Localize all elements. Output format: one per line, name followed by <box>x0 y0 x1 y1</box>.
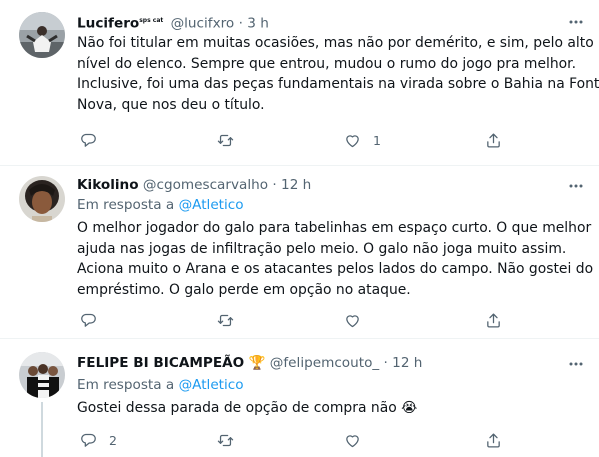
timestamp[interactable]: 12 h <box>281 177 311 193</box>
tweet[interactable]: FELIPE BI BICAMPEÃO 🏆 @felipemcouto_ · 1… <box>0 339 599 457</box>
share-icon <box>487 132 500 148</box>
tweet-text-line: Nova, que nos deu o título. <box>77 97 265 114</box>
tweet-text: Gostei dessa parada de opção de compra n… <box>77 398 587 419</box>
name-suffix: sps cat <box>139 17 164 24</box>
share-button[interactable] <box>485 310 502 330</box>
share-icon <box>487 312 500 328</box>
tweet-text-line: empréstimo. O galo perde em opção no ata… <box>77 282 411 299</box>
retweet-icon <box>217 434 234 446</box>
handle[interactable]: @felipemcouto_ <box>270 355 379 371</box>
tweet-actions <box>80 310 510 330</box>
tweet-text: Não foi titular em muitas ocasiões, mas … <box>77 33 599 116</box>
retweet-icon <box>217 134 234 146</box>
timestamp[interactable]: 3 h <box>247 16 269 32</box>
reply-prefix: Em resposta a <box>77 197 175 213</box>
trophy-icon: 🏆 <box>248 355 266 371</box>
tweet-header: Luciferosps cat @lucifxro · 3 h <box>77 12 269 33</box>
separator: · <box>238 15 243 32</box>
like-icon <box>346 134 359 147</box>
reply-context: Em resposta a @Atletico <box>77 376 244 394</box>
thread-line <box>41 402 43 457</box>
reply-prefix: Em resposta a <box>77 377 175 393</box>
tweet-text: O melhor jogador do galo para tabelinhas… <box>77 218 594 301</box>
handle[interactable]: @cgomescarvalho <box>143 177 268 193</box>
display-name[interactable]: Lucifero <box>77 16 139 32</box>
avatar[interactable] <box>19 176 65 222</box>
reply-icon <box>81 433 96 447</box>
share-icon <box>487 432 500 448</box>
tweet-actions: 1 <box>80 130 510 150</box>
tweet[interactable]: Luciferosps cat @lucifxro · 3 h Não foi … <box>0 0 599 165</box>
retweet-button[interactable] <box>217 130 246 150</box>
avatar[interactable] <box>19 352 65 398</box>
tweet-text-line: Gostei dessa parada de opção de compra n… <box>77 400 418 416</box>
separator: · <box>383 355 388 371</box>
like-button[interactable]: 1 <box>344 130 381 150</box>
more-icon[interactable] <box>567 355 585 373</box>
reply-button[interactable]: 2 <box>80 430 117 450</box>
like-button[interactable] <box>344 310 373 330</box>
tweet-text-line: Não foi titular em muitas ocasiões, mas … <box>77 35 594 51</box>
tweet-text-line: Aciona muito o Arana e os atacantes pelo… <box>77 261 594 278</box>
reply-context: Em resposta a @Atletico <box>77 196 244 214</box>
retweet-button[interactable] <box>217 310 246 330</box>
reply-mention-link[interactable]: @Atletico <box>179 197 244 213</box>
tweet-actions: 2 <box>80 430 510 450</box>
more-icon[interactable] <box>567 13 585 31</box>
reply-button[interactable] <box>80 310 109 330</box>
like-button[interactable] <box>344 430 373 450</box>
tweet-text-line: nível do elenco. Sempre que entrou, mudo… <box>77 55 577 72</box>
retweet-icon <box>217 314 234 326</box>
reply-button[interactable] <box>80 130 109 150</box>
like-count: 1 <box>373 132 381 148</box>
more-icon[interactable] <box>567 177 585 195</box>
tweet-header: FELIPE BI BICAMPEÃO 🏆 @felipemcouto_ · 1… <box>77 354 422 372</box>
display-name[interactable]: FELIPE BI BICAMPEÃO <box>77 355 244 371</box>
reply-icon <box>81 313 96 327</box>
avatar[interactable] <box>19 12 65 58</box>
like-icon <box>346 434 359 447</box>
tweet-text-line: Inclusive, foi uma das peças fundamentai… <box>77 76 599 93</box>
handle[interactable]: @lucifxro <box>171 16 235 32</box>
tweet-text-line: ajuda nas jogas de infiltração pelo meio… <box>77 240 567 257</box>
reply-icon <box>81 133 96 147</box>
reply-mention-link[interactable]: @Atletico <box>179 377 244 393</box>
reply-count: 2 <box>109 432 117 448</box>
retweet-button[interactable] <box>217 430 246 450</box>
like-icon <box>346 314 359 327</box>
tweet-header: Kikolino @cgomescarvalho · 12 h <box>77 176 311 194</box>
tweet-text-line: O melhor jogador do galo para tabelinhas… <box>77 220 592 236</box>
share-button[interactable] <box>485 430 502 450</box>
share-button[interactable] <box>485 130 502 150</box>
timestamp[interactable]: 12 h <box>392 355 422 371</box>
separator: · <box>272 177 277 193</box>
tweet[interactable]: Kikolino @cgomescarvalho · 12 h Em respo… <box>0 166 599 338</box>
display-name[interactable]: Kikolino <box>77 177 139 193</box>
